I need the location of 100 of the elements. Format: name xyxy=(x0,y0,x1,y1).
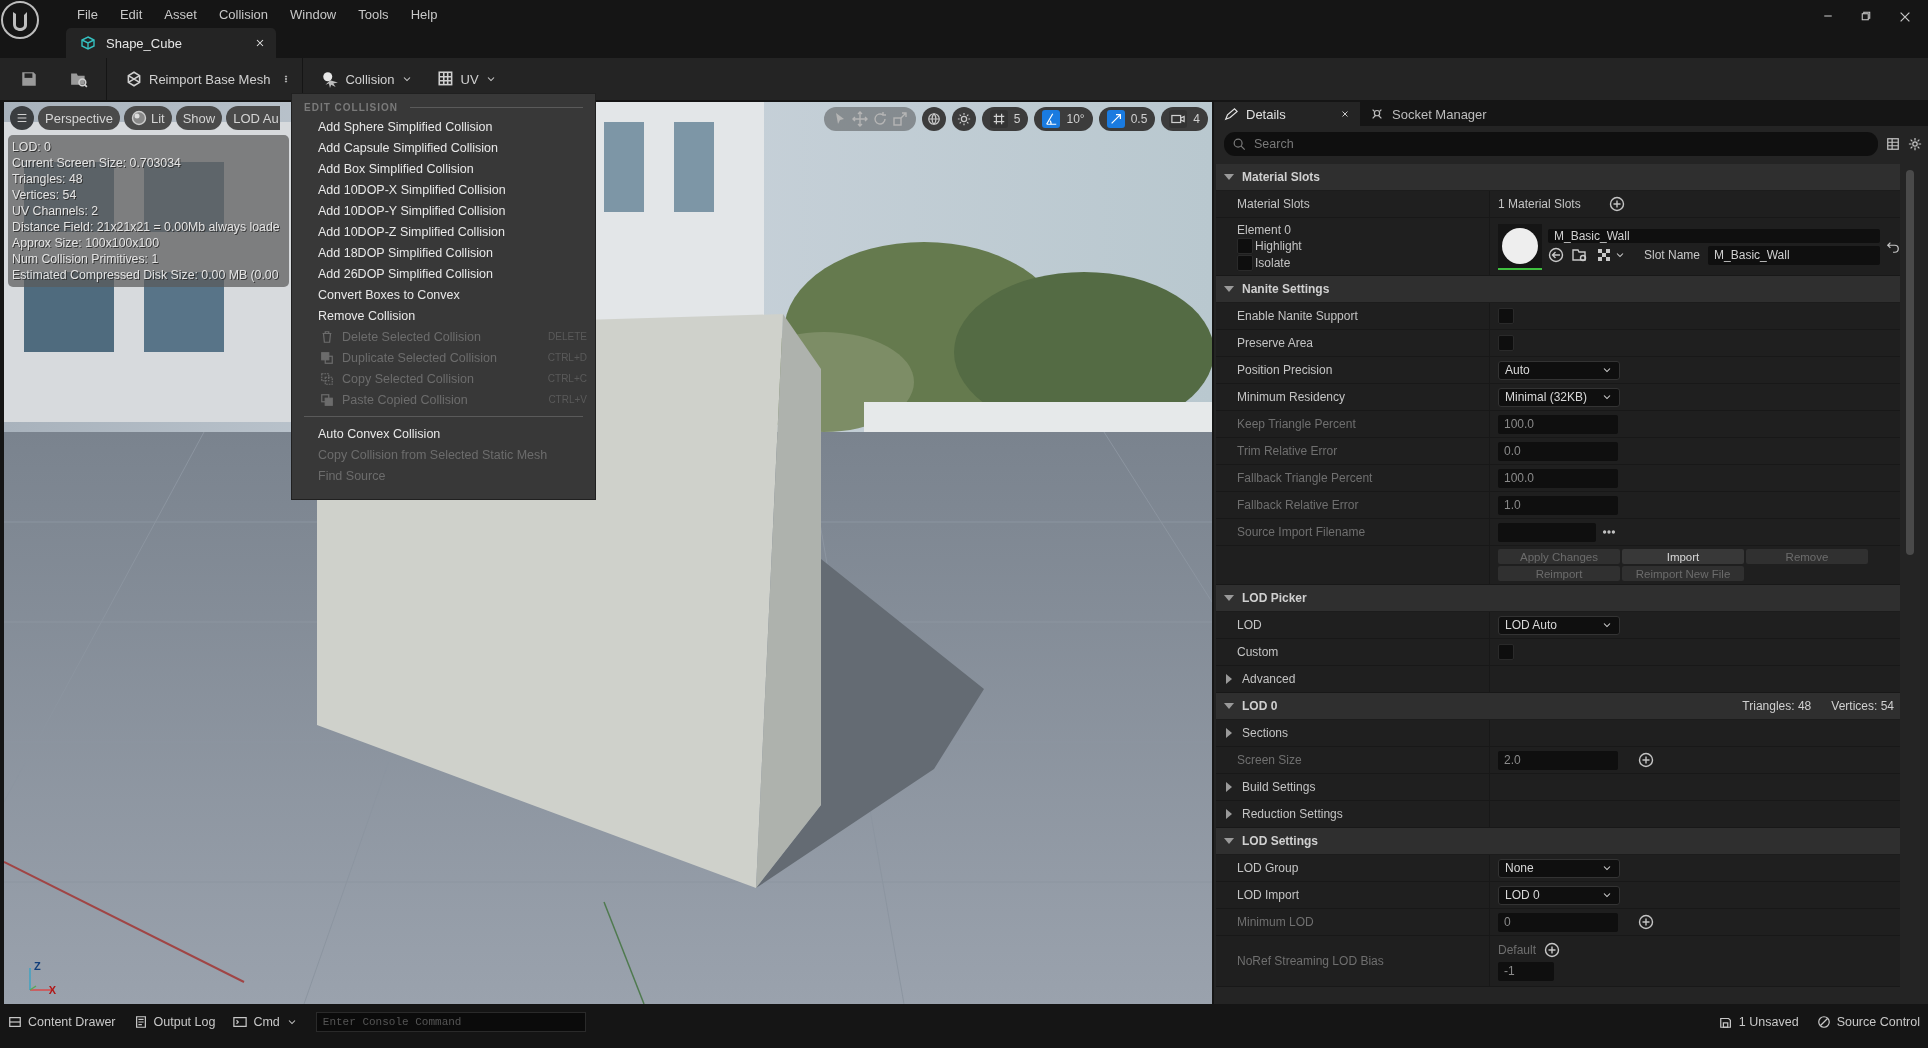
reimport-button[interactable]: Reimport Base Mesh xyxy=(119,66,277,92)
collapse-arrow-icon[interactable] xyxy=(1224,172,1234,182)
property-label: NoRef Streaming LOD Bias xyxy=(1237,954,1384,968)
dropdown[interactable]: None xyxy=(1498,858,1620,878)
expand-arrow-icon[interactable] xyxy=(1224,728,1234,738)
viewport-view-button[interactable]: Perspective xyxy=(38,106,120,130)
menu-item[interactable]: Auto Convex Collision xyxy=(300,423,587,444)
log-icon xyxy=(133,1015,148,1029)
action-button[interactable]: Import xyxy=(1622,549,1744,564)
expand-arrow-icon[interactable] xyxy=(1224,809,1234,819)
menu-item[interactable]: Add 10DOP-Y Simplified Collision xyxy=(300,200,587,221)
menu-section-header: EDIT COLLISION xyxy=(304,101,398,113)
table-view-icon[interactable] xyxy=(1886,137,1900,151)
cmd-dropdown[interactable]: Cmd xyxy=(233,1015,298,1029)
scrollbar-thumb[interactable] xyxy=(1906,170,1914,555)
property-label: Screen Size xyxy=(1237,753,1302,767)
menu-item[interactable]: Add Box Simplified Collision xyxy=(300,158,587,179)
section-title: Material Slots xyxy=(1242,170,1321,184)
add-icon[interactable] xyxy=(1544,941,1561,958)
menu-item[interactable]: Add 10DOP-Z Simplified Collision xyxy=(300,221,587,242)
snap-toggle[interactable]: 0.5 xyxy=(1098,107,1156,131)
section-header[interactable]: LOD Settings xyxy=(1216,828,1900,855)
menu-item[interactable]: Add 10DOP-X Simplified Collision xyxy=(300,179,587,200)
collision-menu[interactable]: Collision xyxy=(315,66,419,92)
panel-tab[interactable]: Socket Manager xyxy=(1360,102,1497,126)
content-drawer-button[interactable]: Content Drawer xyxy=(8,1015,116,1029)
snap-toggle[interactable]: 10° xyxy=(1034,107,1093,131)
duplicate-icon xyxy=(320,350,334,365)
material-field[interactable]: M_Basic_Wall xyxy=(1548,228,1880,243)
expand-arrow-icon[interactable] xyxy=(1224,674,1234,684)
pencil-icon xyxy=(1224,107,1238,121)
section-header[interactable]: Nanite Settings xyxy=(1216,276,1900,303)
collapse-arrow-icon[interactable] xyxy=(1224,284,1234,294)
menu-item[interactable]: Tools xyxy=(347,6,400,22)
checkbox[interactable] xyxy=(1498,308,1514,324)
dropdown[interactable]: LOD Auto xyxy=(1498,615,1620,635)
snap-toggle[interactable]: 4 xyxy=(1161,107,1208,131)
axis-label: Z xyxy=(34,960,41,972)
menu-item[interactable]: Collision xyxy=(207,6,279,22)
menu-item[interactable]: Window xyxy=(279,6,348,22)
menu-item[interactable]: File xyxy=(66,6,109,22)
menu-item[interactable]: Edit xyxy=(108,6,154,22)
uv-grid-icon xyxy=(436,70,455,88)
section-title: Nanite Settings xyxy=(1242,282,1330,296)
menu-item[interactable]: Add 26DOP Simplified Collision xyxy=(300,263,587,284)
output-log-button[interactable]: Output Log xyxy=(133,1015,216,1029)
dropdown[interactable]: Auto xyxy=(1498,360,1620,380)
menu-item[interactable]: Help xyxy=(399,6,449,22)
slot-name-field[interactable]: M_Basic_Wall xyxy=(1708,245,1880,265)
material-options-button[interactable] xyxy=(1596,247,1626,263)
viewport-view-button[interactable]: LOD Au xyxy=(226,106,280,130)
property-label: Reduction Settings xyxy=(1242,807,1343,821)
property-label: Source Import Filename xyxy=(1237,525,1366,539)
restore-icon[interactable] xyxy=(1860,10,1872,22)
globe-icon xyxy=(926,112,941,126)
close-icon[interactable] xyxy=(1340,109,1350,119)
stat-line: Vertices: 54 xyxy=(12,187,78,203)
add-icon[interactable] xyxy=(1608,196,1625,212)
viewport-view-button[interactable]: Lit xyxy=(123,106,172,130)
section-header[interactable]: LOD Picker xyxy=(1216,585,1900,612)
menu-item[interactable]: Add Sphere Simplified Collision xyxy=(300,116,587,137)
collapse-arrow-icon[interactable] xyxy=(1224,836,1234,846)
expand-arrow-icon[interactable] xyxy=(1224,782,1234,792)
blocked-icon xyxy=(1816,1015,1831,1029)
checkbox[interactable] xyxy=(1498,335,1514,351)
uv-menu[interactable]: UV xyxy=(430,66,503,92)
close-icon[interactable] xyxy=(1898,10,1912,24)
use-selected-icon[interactable] xyxy=(1548,247,1564,263)
property-label: LOD xyxy=(1237,618,1262,632)
logo-icon[interactable] xyxy=(0,0,40,40)
dropdown[interactable]: LOD 0 xyxy=(1498,885,1620,905)
menu-item[interactable]: Add Capsule Simplified Collision xyxy=(300,137,587,158)
property-label: LOD Import xyxy=(1237,888,1299,902)
close-icon[interactable] xyxy=(254,37,266,49)
search-field[interactable]: Search xyxy=(1224,132,1878,156)
checkbox[interactable] xyxy=(1237,254,1253,271)
menu-item[interactable]: Convert Boxes to Convex xyxy=(300,284,587,305)
collapse-arrow-icon[interactable] xyxy=(1224,701,1234,711)
stat-line: Num Collision Primitives: 1 xyxy=(12,251,160,267)
unsaved-button[interactable]: 1 Unsaved xyxy=(1718,1015,1799,1029)
settings-icon[interactable] xyxy=(1908,137,1922,151)
property-label: Trim Relative Error xyxy=(1237,444,1338,458)
document-tab[interactable]: Shape_Cube xyxy=(66,28,276,58)
source-control-button[interactable]: Source Control xyxy=(1816,1015,1920,1029)
checkbox[interactable] xyxy=(1237,237,1253,254)
menu-item[interactable]: Add 18DOP Simplified Collision xyxy=(300,242,587,263)
checker-icon xyxy=(1596,247,1612,263)
panel-tab[interactable]: Details xyxy=(1214,102,1360,126)
menu-item[interactable]: Remove Collision xyxy=(300,305,587,326)
lod-stat: Triangles: 48 xyxy=(1742,699,1812,713)
browse-icon[interactable] xyxy=(1572,247,1588,263)
collapse-arrow-icon[interactable] xyxy=(1224,593,1234,603)
sun-icon xyxy=(956,112,971,126)
section-header[interactable]: LOD 0 Triangles: 48 Vertices: 54 xyxy=(1216,693,1900,720)
property-label: Minimum LOD xyxy=(1237,915,1314,929)
section-title: LOD Picker xyxy=(1242,591,1307,605)
menu-item[interactable]: Asset xyxy=(153,6,208,22)
checkbox[interactable] xyxy=(1498,644,1514,660)
section-header[interactable]: Material Slots xyxy=(1216,164,1900,191)
dropdown[interactable]: Minimal (32KB) xyxy=(1498,387,1620,407)
